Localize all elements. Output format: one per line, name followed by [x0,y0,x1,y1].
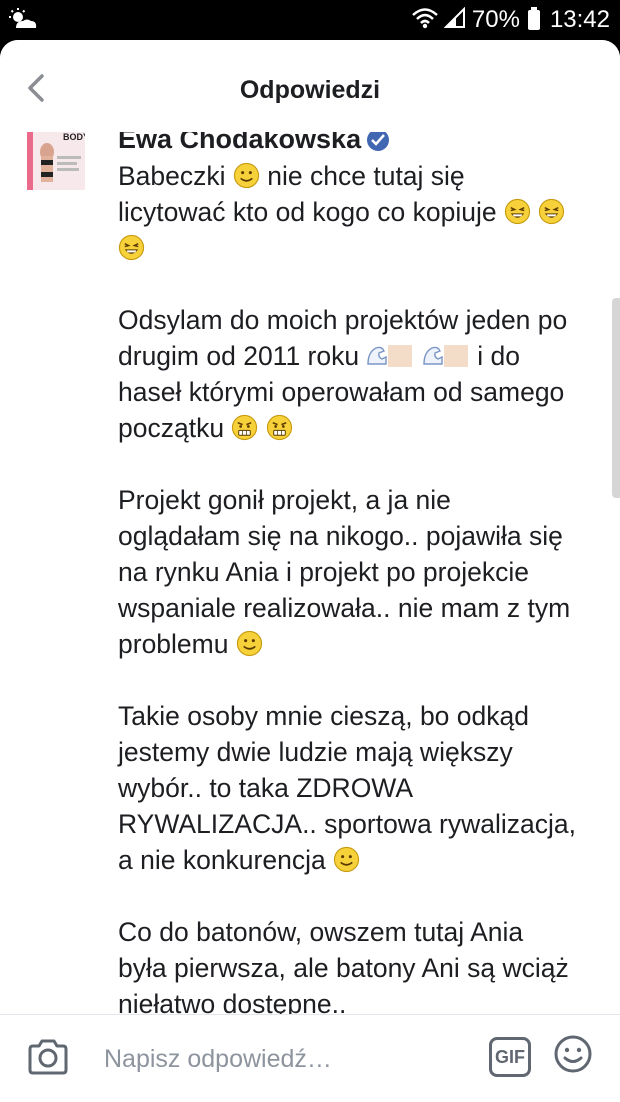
text-line: licytować kto od kogo co kopiuje [118,197,497,227]
gif-button[interactable]: GIF [489,1037,531,1077]
text-line: drugim od 2011 roku [118,341,360,371]
flexed-biceps-emoji-icon [423,345,468,367]
weather-icon [8,8,38,37]
text-line: nie chce tutaj się [267,161,465,191]
header: Odpowiedzi [0,40,620,132]
text-line: haseł którymi operowałam od samego [118,377,565,407]
reply-composer: GIF [0,1014,620,1102]
text-line: Odsylam do moich projektów jeden po [118,305,568,335]
replies-sheet: Odpowiedzi BODY Ewa Chodakowska [0,40,620,1102]
smile-emoji-icon [236,630,262,657]
text-line: wspaniale realizowała.. nie mam z tym [118,593,571,623]
text-line: niełatwo dostępne.. [118,989,347,1014]
paragraph-1: Babeczki nie chce tutaj się licytować kt… [118,158,613,266]
text-line: Babeczki [118,161,226,191]
text-line: Takie osoby mnie cieszą, bo odkąd [118,701,529,731]
scrollbar[interactable] [612,298,620,498]
signal-icon [443,6,466,34]
smile-emoji-icon [233,162,260,189]
post: BODY Ewa Chodakowska Babeczki nie chce t… [0,120,620,1014]
text-line: jestemy dwie ludzie mają większy [118,737,513,767]
text-line: oglądałam się na nikogo.. pojawiła się [118,521,563,551]
grimacing-emoji-icon [266,414,292,441]
text-line: Co do batonów, owszem tutaj Ania [118,917,524,947]
clock: 13:42 [549,6,610,33]
laughing-emoji-icon [539,198,565,225]
text-line: i do [477,341,520,371]
camera-icon [28,1039,68,1075]
text-line: Projekt gonił projekt, a ja nie [118,485,451,515]
camera-button[interactable] [26,1037,70,1077]
flexed-biceps-emoji-icon [367,345,413,367]
text-line: była pierwsza, ale batony Ani są wciąż [118,953,569,983]
paragraph-3: Projekt gonił projekt, a ja nie oglądała… [118,482,613,662]
laughing-emoji-icon [504,198,531,225]
post-body: Babeczki nie chce tutaj się licytować kt… [118,158,613,1014]
smiley-icon [554,1035,592,1073]
gif-label: GIF [495,1046,525,1067]
paragraph-2: Odsylam do moich projektów jeden po drug… [118,302,613,446]
text-line: a nie konkurencja [118,845,326,875]
thumb-label: BODY [63,132,85,142]
paragraph-4: Takie osoby mnie cieszą, bo odkąd jestem… [118,698,613,878]
emoji-button[interactable] [553,1034,593,1074]
laughing-emoji-icon [118,234,145,261]
smile-emoji-icon [333,846,360,873]
text-line: początku [118,413,225,443]
grimacing-emoji-icon [232,414,258,441]
page-title: Odpowiedzi [239,76,381,104]
battery-icon [527,7,540,30]
text-line: problemu [118,629,229,659]
status-bar: 70% 13:42 [0,0,620,40]
author-avatar[interactable]: BODY [27,130,85,190]
reply-input[interactable] [104,1041,464,1077]
text-line: na rynku Ania i projekt po projekcie [118,557,529,587]
text-line: wybór.. to taka ZDROWA [118,773,414,803]
wifi-icon [412,7,438,34]
paragraph-5: Co do batonów, owszem tutaj Ania była pi… [118,914,613,1014]
battery-percent: 70% [471,6,520,33]
text-line: RYWALIZACJA.. sportowa rywalizacja, [118,809,576,839]
